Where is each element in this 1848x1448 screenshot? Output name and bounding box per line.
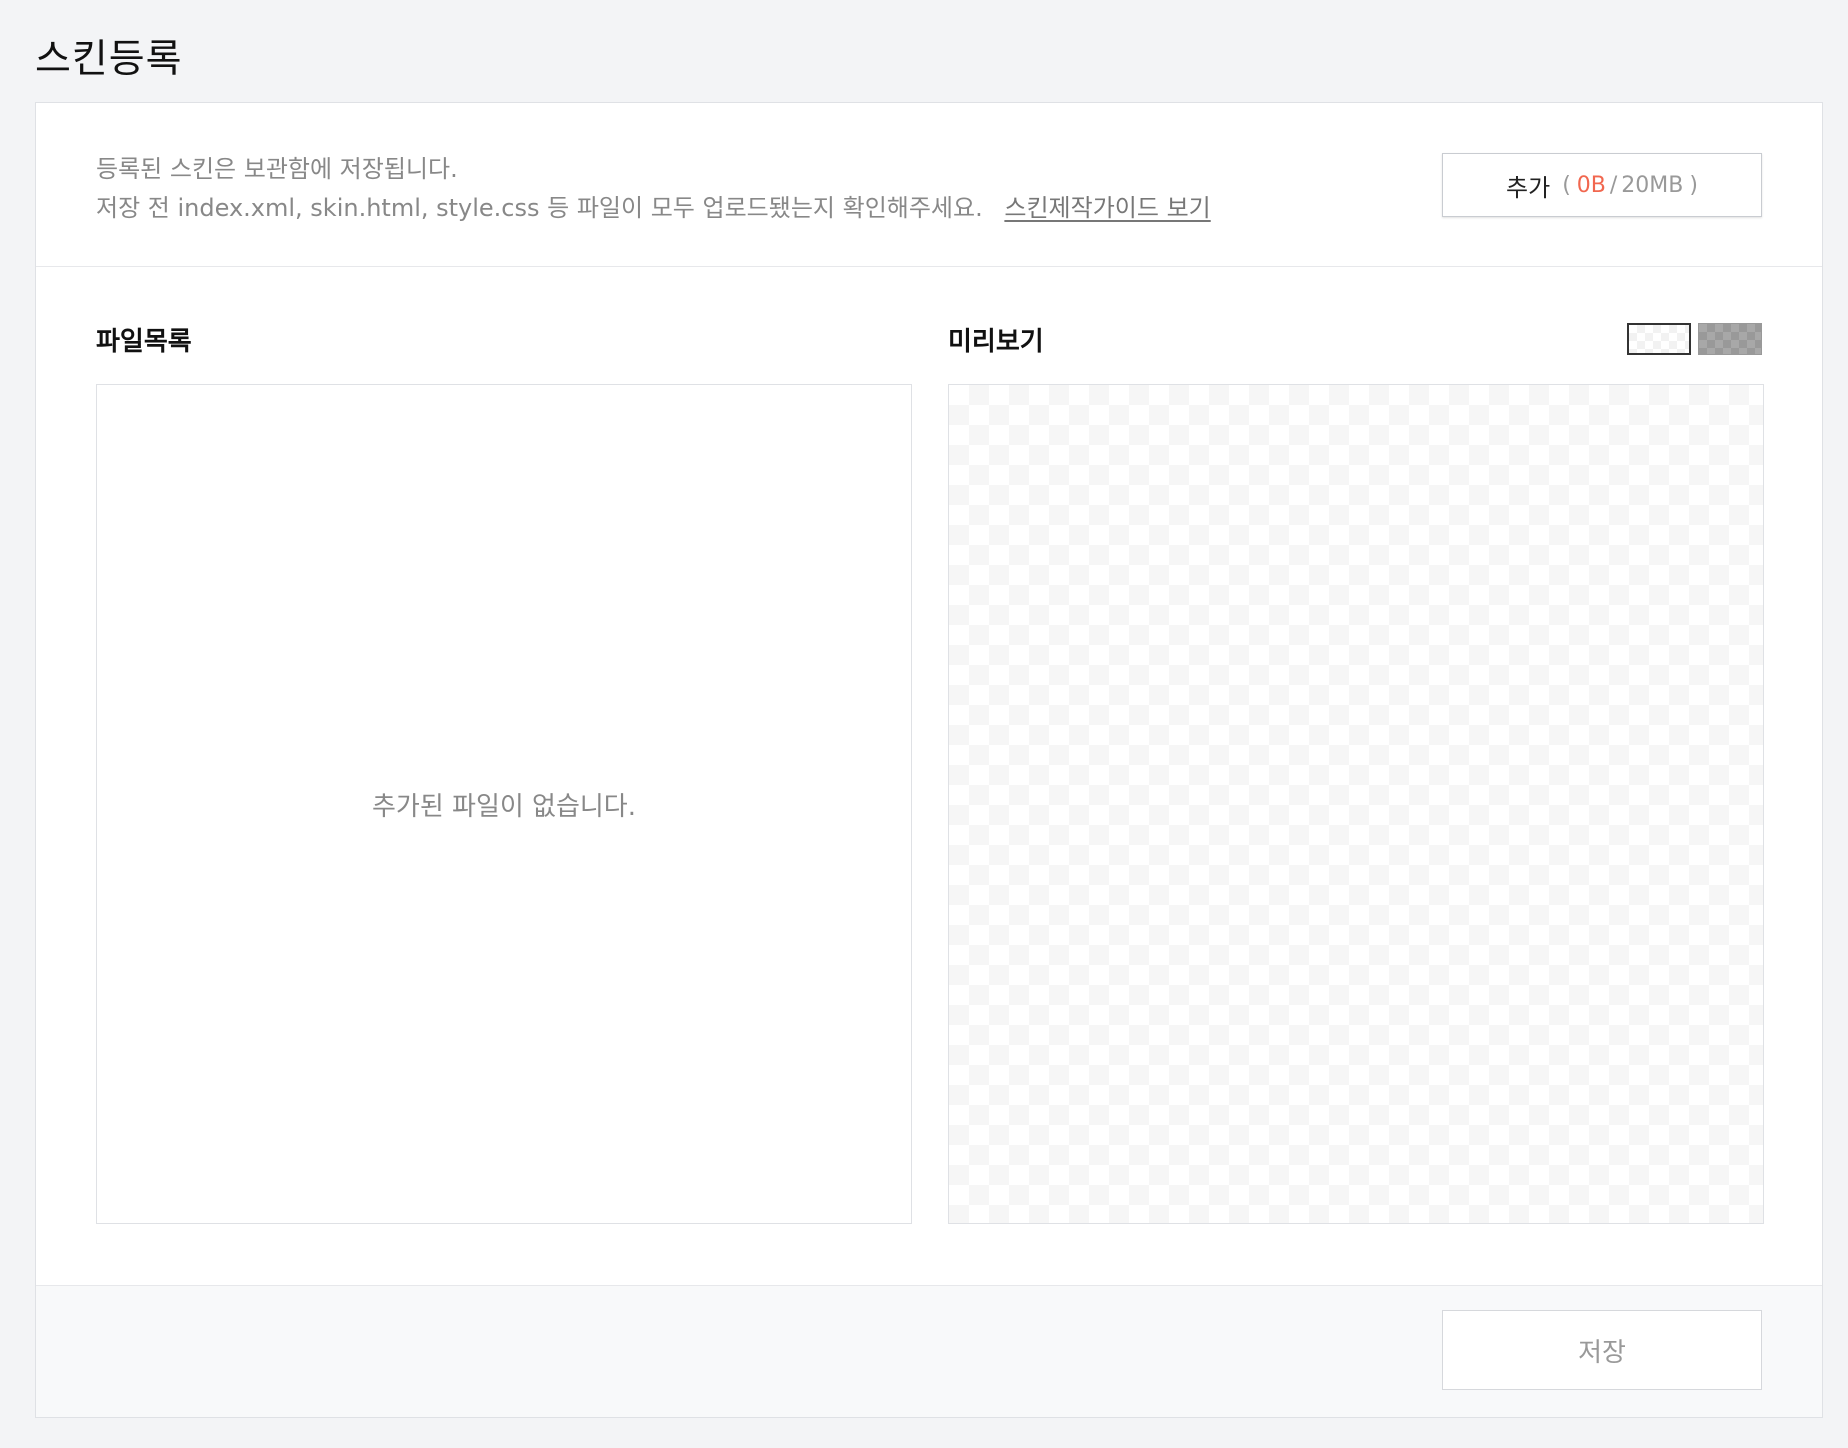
storage-used: 0B	[1576, 172, 1606, 198]
dark-background-toggle[interactable]	[1698, 323, 1762, 355]
add-button-label: 추가	[1506, 173, 1551, 202]
storage-limit: 20MB	[1621, 172, 1684, 198]
light-background-toggle[interactable]	[1627, 323, 1691, 355]
file-list-title: 파일목록	[96, 327, 192, 357]
preview-title: 미리보기	[948, 327, 1044, 357]
skin-register-card: 등록된 스킨은 보관함에 저장됩니다. 저장 전 index.xml, skin…	[35, 102, 1823, 1418]
page-title: 스킨등록	[35, 37, 183, 82]
add-button-open-paren: (	[1562, 172, 1571, 198]
add-button-close-paren: )	[1689, 172, 1698, 198]
storage-separator: /	[1609, 172, 1618, 198]
save-button[interactable]: 저장	[1442, 1310, 1762, 1390]
info-line-check: 저장 전 index.xml, skin.html, style.css 등 파…	[96, 188, 1211, 223]
info-section: 등록된 스킨은 보관함에 저장됩니다. 저장 전 index.xml, skin…	[36, 103, 1822, 267]
skin-guide-link[interactable]: 스킨제작가이드 보기	[1004, 194, 1210, 222]
file-list-panel: 추가된 파일이 없습니다.	[96, 384, 912, 1224]
info-line-check-text: 저장 전 index.xml, skin.html, style.css 등 파…	[96, 194, 983, 222]
card-footer: 저장	[36, 1285, 1822, 1417]
add-file-button[interactable]: 추가 ( 0B / 20MB )	[1442, 153, 1762, 217]
preview-panel	[948, 384, 1764, 1224]
info-line-storage: 등록된 스킨은 보관함에 저장됩니다.	[96, 155, 458, 183]
file-list-empty-message: 추가된 파일이 없습니다.	[372, 791, 636, 822]
